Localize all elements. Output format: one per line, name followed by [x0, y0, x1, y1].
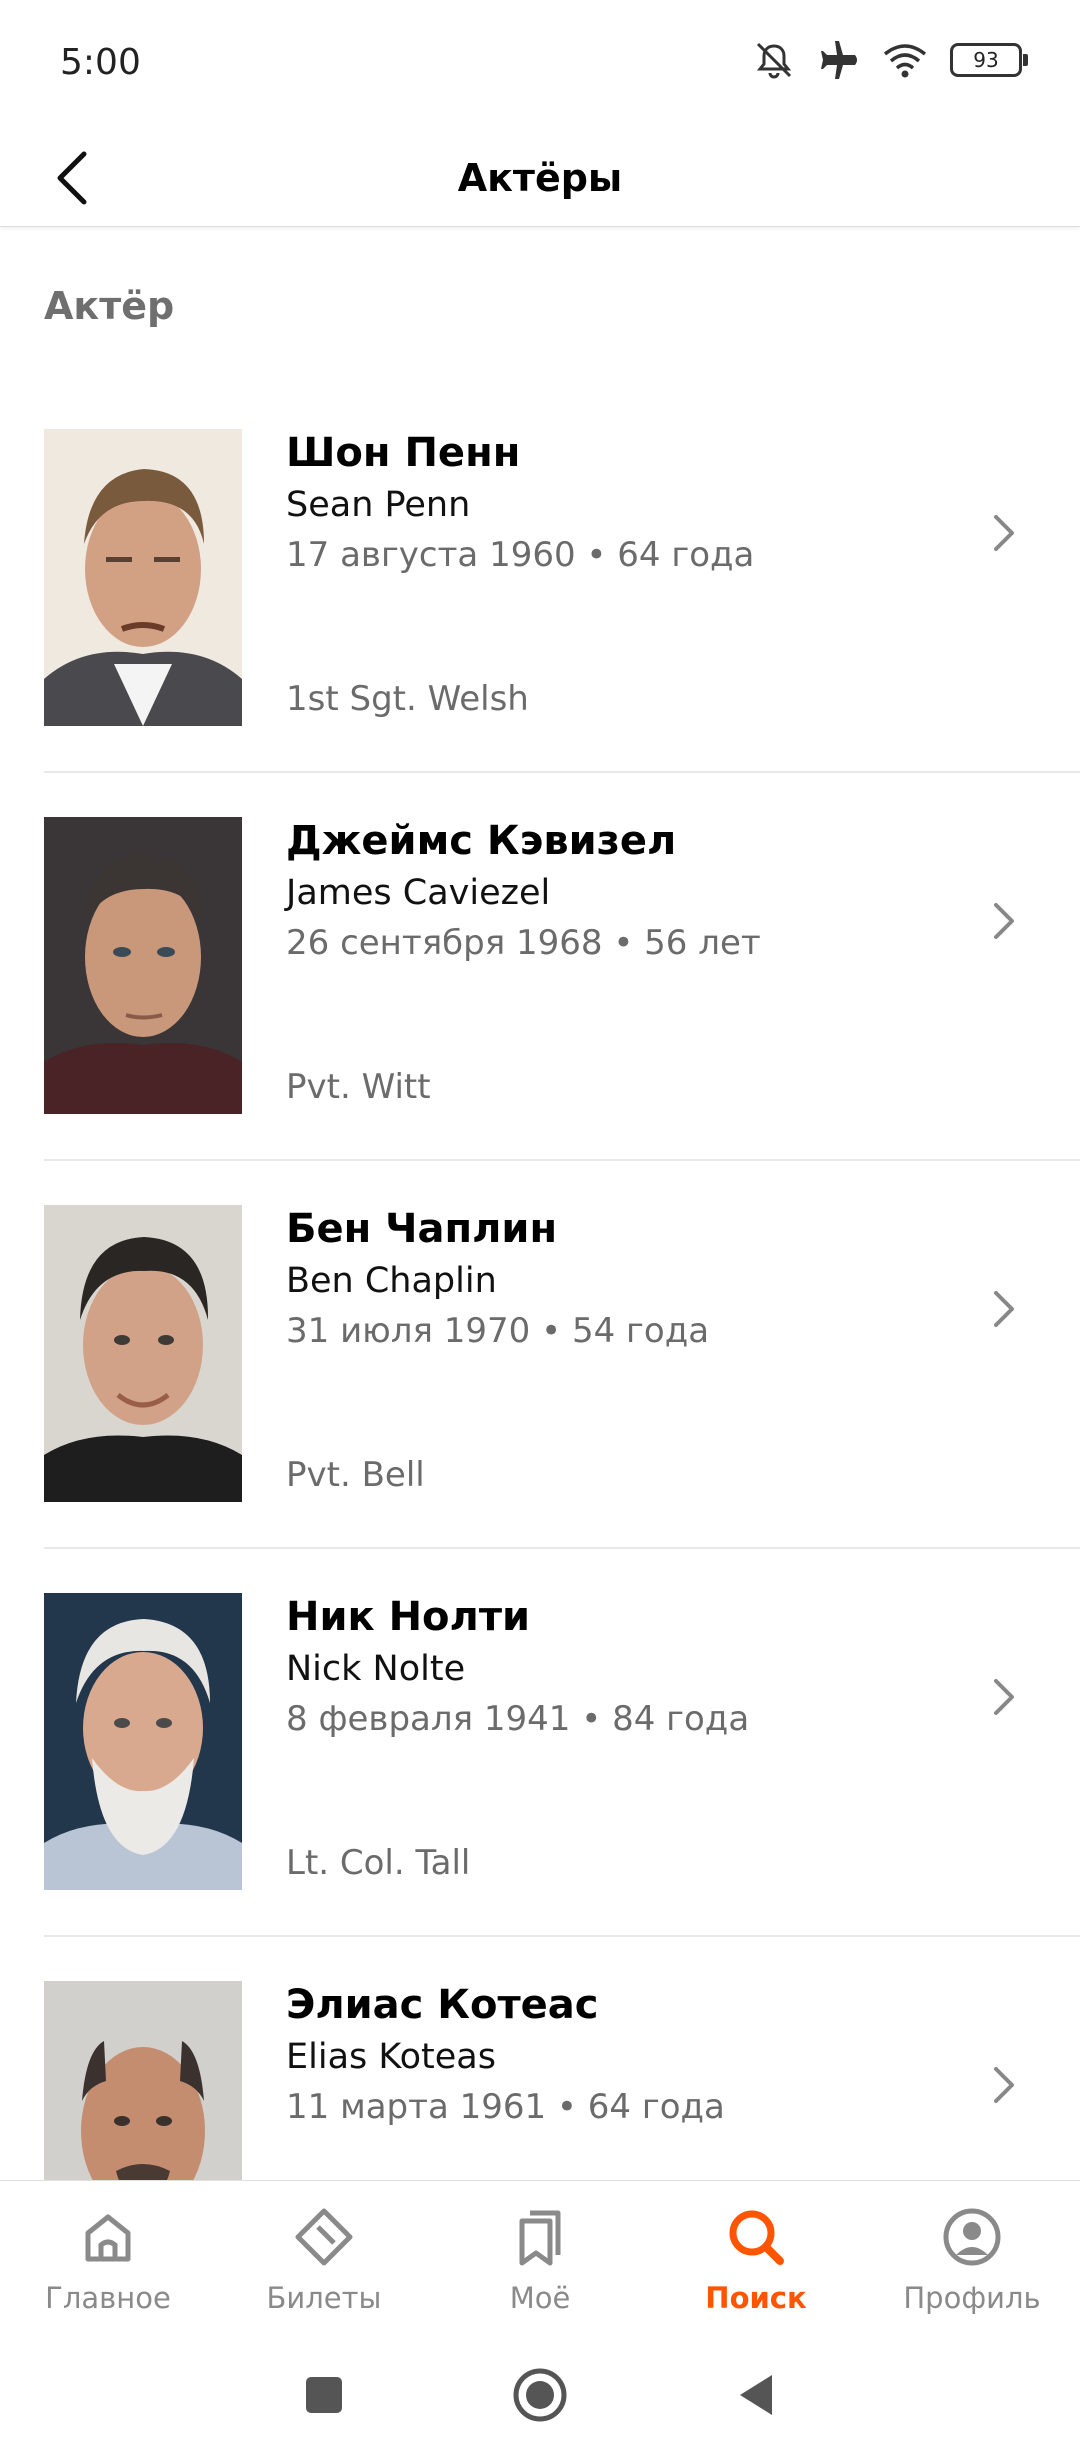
nav-mine[interactable]: Моё: [432, 2181, 648, 2331]
nav-tickets[interactable]: Билеты: [216, 2181, 432, 2331]
actor-photo: [44, 1205, 242, 1502]
app-header: Актёры: [0, 130, 1080, 227]
status-icons: 93: [752, 40, 1028, 80]
actor-dates: 26 сентября 1968 • 56 лет: [286, 923, 761, 963]
actor-list: Шон Пенн Sean Penn 17 августа 1960 • 64 …: [0, 385, 1080, 2323]
profile-icon: [943, 2208, 1001, 2266]
actor-role: Pvt. Bell: [286, 1455, 425, 1495]
search-icon: [729, 2210, 784, 2265]
actor-photo: [44, 1593, 242, 1890]
status-bar: 5:00 93: [0, 0, 1080, 130]
chevron-right-icon: [994, 515, 1014, 551]
back-button[interactable]: [50, 138, 130, 218]
list-item[interactable]: Бен Чаплин Ben Chaplin 31 июля 1970 • 54…: [44, 1159, 1080, 1547]
chevron-left-icon: [57, 151, 87, 205]
list-item[interactable]: Ник Нолти Nick Nolte 8 февраля 1941 • 84…: [44, 1547, 1080, 1935]
nav-home[interactable]: Главное: [0, 2181, 216, 2331]
nav-search[interactable]: Поиск: [648, 2181, 864, 2331]
mute-icon: [756, 42, 792, 79]
bookmark-icon: [519, 2210, 561, 2266]
back-triangle-icon[interactable]: [734, 2371, 778, 2419]
nav-label: Главное: [45, 2281, 171, 2315]
section-title: Актёр: [44, 284, 175, 328]
actor-name: Ник Нолти: [286, 1594, 531, 1640]
actor-role: Lt. Col. Tall: [286, 1843, 471, 1883]
bottom-nav: Главное Билеты Моё Поиск Профиль: [0, 2180, 1080, 2331]
actor-name: Элиас Котеас: [286, 1982, 599, 2028]
chevron-right-icon: [994, 1679, 1014, 1715]
chevron-right-icon: [994, 903, 1014, 939]
actor-dates: 11 марта 1961 • 64 года: [286, 2087, 725, 2127]
actor-original-name: James Caviezel: [286, 873, 551, 913]
actor-photo: [44, 817, 242, 1114]
nav-profile[interactable]: Профиль: [864, 2181, 1080, 2331]
nav-label: Билеты: [266, 2281, 382, 2315]
actor-photo: [44, 429, 242, 726]
ticket-icon: [295, 2208, 353, 2266]
list-item[interactable]: Шон Пенн Sean Penn 17 августа 1960 • 64 …: [0, 385, 1080, 771]
actor-role: 1st Sgt. Welsh: [286, 679, 529, 719]
wifi-icon: [883, 44, 927, 78]
actor-original-name: Elias Koteas: [286, 2037, 496, 2077]
chevron-right-icon: [994, 2067, 1014, 2103]
nav-label: Профиль: [903, 2281, 1041, 2315]
actor-original-name: Nick Nolte: [286, 1649, 466, 1689]
status-time: 5:00: [60, 42, 141, 83]
actor-dates: 31 июля 1970 • 54 года: [286, 1311, 710, 1351]
nav-label: Поиск: [705, 2281, 807, 2315]
actor-name: Шон Пенн: [286, 430, 521, 476]
chevron-right-icon: [994, 1291, 1014, 1327]
actor-dates: 8 февраля 1941 • 84 года: [286, 1699, 750, 1739]
battery-icon: 93: [950, 43, 1028, 77]
page-title: Актёры: [457, 156, 623, 200]
recents-icon[interactable]: [302, 2373, 346, 2417]
actor-dates: 17 августа 1960 • 64 года: [286, 535, 755, 575]
actor-role: Pvt. Witt: [286, 1067, 431, 1107]
actor-original-name: Ben Chaplin: [286, 1261, 497, 1301]
list-item[interactable]: Джеймс Кэвизел James Caviezel 26 сентябр…: [44, 771, 1080, 1159]
home-icon: [85, 2214, 131, 2262]
home-circle-icon[interactable]: [511, 2366, 569, 2424]
system-nav-bar: [0, 2330, 1080, 2460]
actor-original-name: Sean Penn: [286, 485, 471, 525]
actor-name: Бен Чаплин: [286, 1206, 558, 1252]
airplane-icon: [821, 41, 857, 79]
actor-name: Джеймс Кэвизел: [286, 818, 677, 864]
nav-label: Моё: [509, 2281, 571, 2315]
